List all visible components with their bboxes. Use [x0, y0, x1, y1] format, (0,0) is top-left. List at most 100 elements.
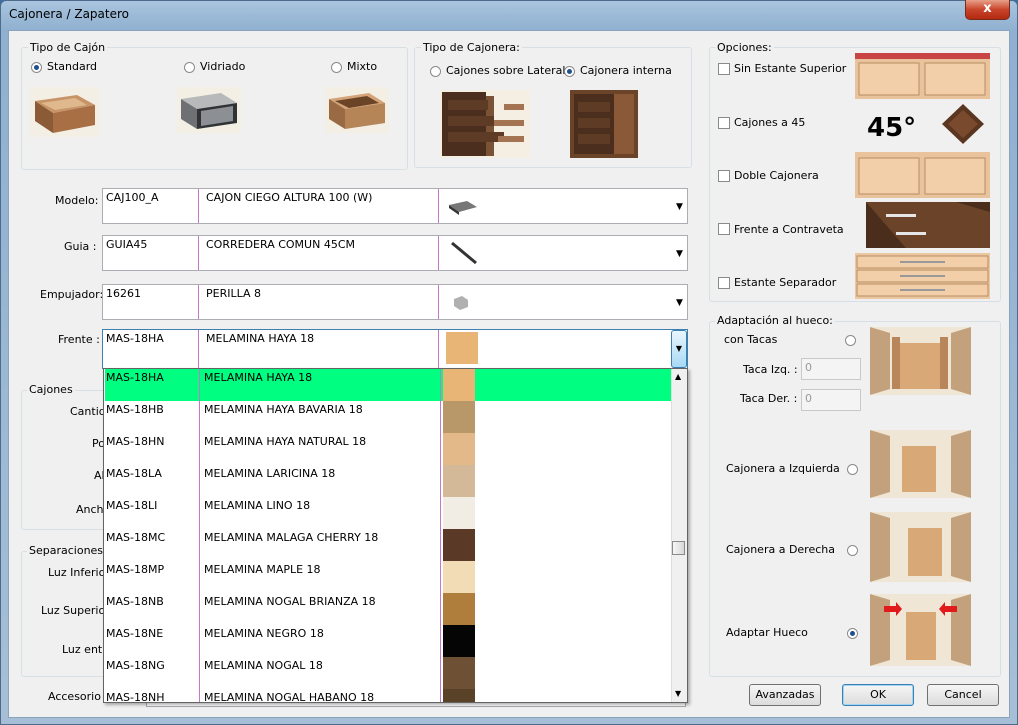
item-desc: MELAMINA NOGAL 18	[204, 659, 323, 672]
dropdown-item[interactable]: MAS-18MC MELAMINA MALAGA CHERRY 18	[104, 529, 668, 561]
item-swatch	[443, 561, 475, 593]
item-swatch	[443, 529, 475, 561]
cajones-title: Cajones	[27, 383, 75, 396]
accesorio-label: Accesorio :	[48, 690, 109, 703]
item-code: MAS-18LA	[106, 467, 162, 480]
ok-button[interactable]: OK	[842, 684, 914, 706]
dropdown-item[interactable]: MAS-18HA MELAMINA HAYA 18	[104, 369, 668, 401]
dropdown-scrollbar[interactable]	[671, 369, 687, 702]
frente-dropdown-button[interactable]: ▼	[671, 330, 687, 368]
item-code: MAS-18HB	[106, 403, 164, 416]
avanzadas-button[interactable]: Avanzadas	[749, 684, 821, 706]
cajonera-izquierda-image	[870, 430, 971, 498]
estante-separador-label: Estante Separador	[734, 276, 837, 289]
item-desc: MELAMINA MALAGA CHERRY 18	[204, 531, 379, 544]
taca-izq-label: Taca Izq. :	[743, 363, 798, 376]
dropdown-item[interactable]: MAS-18LA MELAMINA LARICINA 18	[104, 465, 668, 497]
modelo-dropdown-arrow-icon[interactable]: ▼	[676, 202, 683, 212]
dropdown-item[interactable]: MAS-18HN MELAMINA HAYA NATURAL 18	[104, 433, 668, 465]
item-code: MAS-18HN	[106, 435, 165, 448]
tipo-cajonera-title: Tipo de Cajonera:	[421, 41, 522, 54]
guia-divider-2	[438, 236, 439, 270]
radio-cajones-sobre-lateral-label: Cajones sobre Lateral	[446, 64, 566, 77]
guia-combo[interactable]	[102, 235, 688, 271]
separaciones-title: Separaciones	[27, 544, 106, 557]
scroll-down-icon[interactable]: ▼	[675, 689, 681, 698]
con-tacas-image	[870, 327, 971, 395]
item-desc: MELAMINA HAYA 18	[204, 371, 313, 384]
adaptacion-title: Adaptación al hueco:	[715, 314, 835, 327]
dropdown-item[interactable]: MAS-18MP MELAMINA MAPLE 18	[104, 561, 668, 593]
drawer-vidriado-image	[177, 87, 241, 133]
knob-icon	[454, 296, 468, 310]
dropdown-item[interactable]: MAS-18NG MELAMINA NOGAL 18	[104, 657, 668, 689]
empujador-combo[interactable]	[102, 284, 688, 320]
scrollbar-thumb[interactable]	[672, 541, 685, 555]
dropdown-item[interactable]: MAS-18NH MELAMINA NOGAL HABANO 18	[104, 689, 668, 702]
opciones-title: Opciones:	[715, 41, 774, 54]
angle-45-label: 45°	[867, 113, 917, 143]
guia-code: GUIA45	[106, 238, 148, 251]
item-desc: MELAMINA NOGAL BRIANZA 18	[204, 595, 376, 608]
radio-cajonera-derecha[interactable]	[847, 545, 858, 556]
empujador-code: 16261	[106, 287, 141, 300]
check-estante-separador[interactable]	[718, 277, 730, 289]
check-frente-a-contraveta[interactable]	[718, 223, 730, 235]
frente-divider-1	[198, 330, 199, 368]
cajonera-derecha-image	[870, 512, 971, 582]
item-swatch	[443, 401, 475, 433]
cajones-sobre-lateral-image	[440, 90, 530, 158]
item-code: MAS-18MC	[106, 531, 166, 544]
doble-cajonera-label: Doble Cajonera	[734, 169, 819, 182]
cancel-button[interactable]: Cancel	[927, 684, 999, 706]
check-doble-cajonera[interactable]	[718, 170, 730, 182]
cajonera-izquierda-label: Cajonera a Izquierda	[726, 462, 840, 475]
taca-izq-input[interactable]: 0	[801, 358, 861, 380]
guia-desc: CORREDERA COMUN 45CM	[206, 238, 355, 251]
empujador-divider-2	[438, 285, 439, 319]
check-cajones-a-45[interactable]	[718, 117, 730, 129]
dropdown-item[interactable]: MAS-18LI MELAMINA LINO 18	[104, 497, 668, 529]
guia-dropdown-arrow-icon[interactable]: ▼	[676, 249, 683, 259]
radio-con-tacas[interactable]	[845, 335, 856, 346]
empujador-divider-1	[198, 285, 199, 319]
dropdown-item[interactable]: MAS-18NE MELAMINA NEGRO 18	[104, 625, 668, 657]
item-code: MAS-18NB	[106, 595, 164, 608]
modelo-combo[interactable]	[102, 188, 688, 224]
item-desc: MELAMINA HAYA NATURAL 18	[204, 435, 367, 448]
radio-mixto[interactable]	[331, 62, 342, 73]
frente-combo[interactable]	[102, 329, 688, 369]
frente-label: Frente :	[58, 333, 100, 346]
window-title: Cajonera / Zapatero	[9, 7, 129, 21]
item-swatch	[443, 657, 475, 689]
empujador-dropdown-arrow-icon[interactable]: ▼	[676, 298, 683, 308]
radio-adaptar-hueco[interactable]	[847, 628, 858, 639]
radio-vidriado[interactable]	[184, 62, 195, 73]
item-desc: MELAMINA NEGRO 18	[204, 627, 324, 640]
dropdown-item[interactable]: MAS-18HB MELAMINA HAYA BAVARIA 18	[104, 401, 668, 433]
radio-cajonera-interna[interactable]	[564, 66, 575, 77]
modelo-desc: CAJON CIEGO ALTURA 100 (W)	[206, 191, 373, 204]
item-code: MAS-18NE	[106, 627, 164, 640]
frente-a-contraveta-label: Frente a Contraveta	[734, 223, 844, 236]
empujador-label: Empujador:	[40, 288, 104, 301]
close-button[interactable]: x	[965, 0, 1010, 20]
item-desc: MELAMINA LINO 18	[204, 499, 311, 512]
radio-standard[interactable]	[31, 62, 42, 73]
item-code: MAS-18NG	[106, 659, 165, 672]
cajonera-interna-image	[570, 90, 638, 158]
frente-swatch	[446, 332, 478, 364]
dropdown-item[interactable]: MAS-18NB MELAMINA NOGAL BRIANZA 18	[104, 593, 668, 625]
check-sin-estante-superior[interactable]	[718, 63, 730, 75]
item-swatch	[443, 689, 475, 702]
radio-cajones-sobre-lateral[interactable]	[430, 66, 441, 77]
empujador-desc: PERILLA 8	[206, 287, 261, 300]
item-swatch	[443, 433, 475, 465]
modelo-divider-1	[198, 189, 199, 223]
scroll-up-icon[interactable]: ▲	[675, 372, 681, 381]
taca-der-input[interactable]: 0	[801, 389, 861, 411]
guia-label: Guia :	[64, 240, 97, 253]
radio-cajonera-izquierda[interactable]	[847, 464, 858, 475]
item-desc: MELAMINA HAYA BAVARIA 18	[204, 403, 363, 416]
radio-vidriado-label: Vidriado	[200, 60, 246, 73]
